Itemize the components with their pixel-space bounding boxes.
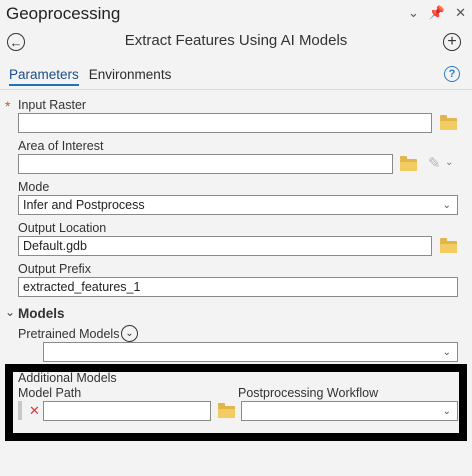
tool-title: Extract Features Using AI Models (124, 32, 348, 49)
model-path-field[interactable] (43, 401, 211, 421)
additional-models-label: Additional Models (18, 371, 117, 385)
pretrained-models-label: Pretrained Models (18, 327, 120, 341)
postprocessing-workflow-label: Postprocessing Workflow (238, 386, 379, 400)
close-icon[interactable]: ✕ (455, 5, 466, 21)
chevron-down-icon: ⌄ (442, 200, 451, 211)
divider (0, 89, 472, 90)
chevron-down-icon[interactable]: ⌄ (408, 5, 419, 21)
add-icon[interactable]: + (443, 33, 461, 51)
folder-icon[interactable] (440, 238, 457, 253)
model-path-label: Model Path (18, 386, 82, 400)
output-location-label: Output Location (18, 221, 107, 235)
chevron-down-icon[interactable]: ⌄ (445, 157, 453, 168)
tab-environments[interactable]: Environments (89, 67, 172, 86)
input-raster-field[interactable] (18, 113, 432, 133)
area-of-interest-label: Area of Interest (18, 139, 104, 153)
models-section-header[interactable]: Models (18, 306, 65, 321)
pane-controls: ⌄ 📌 ✕ (408, 5, 466, 21)
mode-value: Infer and Postprocess (23, 198, 145, 212)
drag-handle[interactable] (18, 401, 22, 420)
folder-icon[interactable] (218, 403, 235, 418)
pretrained-models-select[interactable]: ⌄ (43, 342, 458, 362)
expand-icon[interactable]: ⌄ (121, 325, 138, 342)
folder-icon[interactable] (400, 156, 417, 171)
remove-icon[interactable]: ✕ (29, 403, 40, 419)
chevron-down-icon: ⌄ (442, 347, 451, 358)
area-of-interest-field[interactable] (18, 154, 393, 174)
chevron-down-icon: ⌄ (442, 406, 451, 417)
help-icon[interactable]: ? (444, 66, 460, 82)
output-location-field[interactable]: Default.gdb (18, 236, 432, 256)
folder-icon[interactable] (440, 115, 457, 130)
mode-select[interactable]: Infer and Postprocess ⌄ (18, 195, 458, 215)
required-icon: * (5, 98, 11, 114)
tab-bar: Parameters Environments (9, 67, 171, 86)
input-raster-label: Input Raster (18, 98, 87, 112)
tab-parameters[interactable]: Parameters (9, 67, 79, 86)
mode-label: Mode (18, 180, 50, 194)
postprocessing-workflow-select[interactable]: ⌄ (241, 401, 458, 421)
pane-title: Geoprocessing (6, 4, 121, 23)
pin-icon[interactable]: 📌 (429, 5, 445, 21)
output-prefix-label: Output Prefix (18, 262, 91, 276)
output-prefix-field[interactable]: extracted_features_1 (18, 277, 458, 297)
pencil-icon[interactable]: ✎ (428, 154, 441, 172)
chevron-down-icon[interactable]: ⌄ (5, 305, 15, 319)
